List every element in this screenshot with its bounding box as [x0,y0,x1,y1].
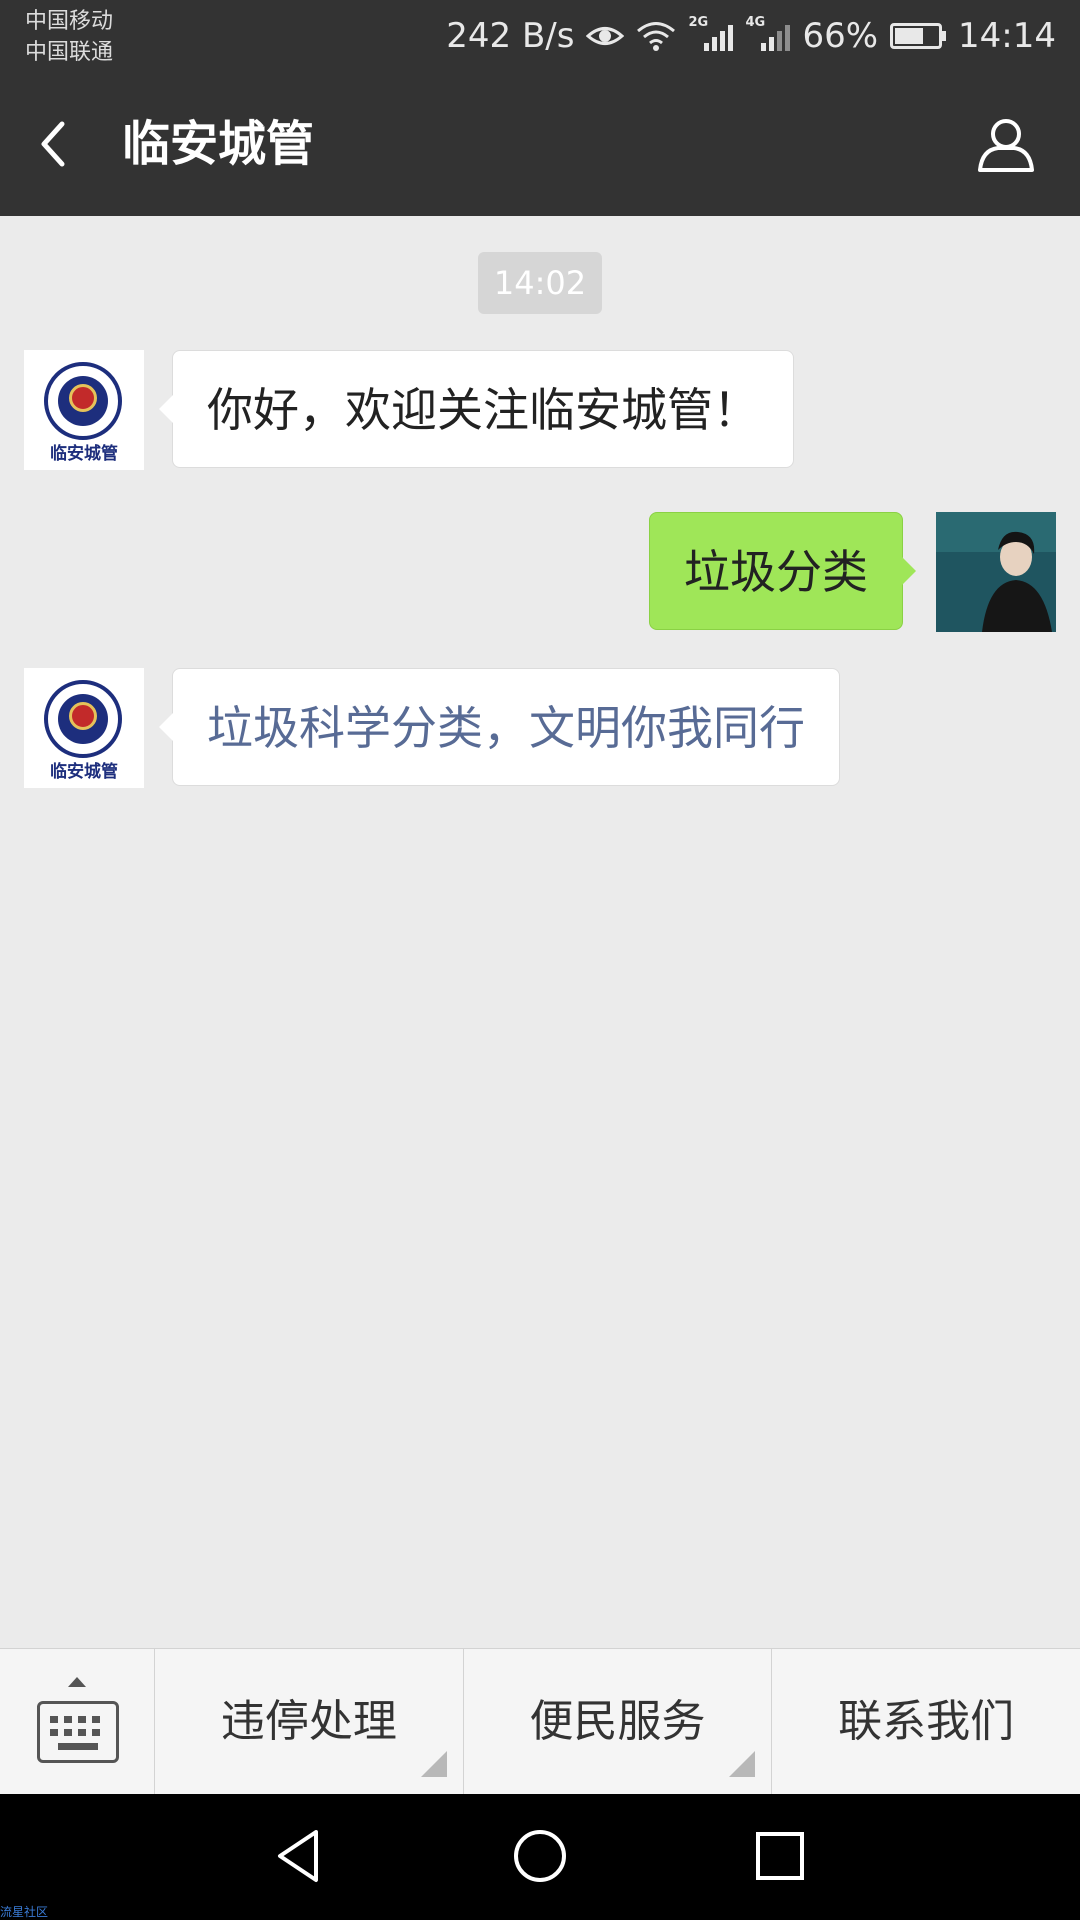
wifi-icon [637,22,676,51]
user-avatar[interactable] [936,512,1056,632]
emblem-icon [44,362,122,440]
signal-2g-icon: 2G [688,15,734,51]
watermark: 流星社区 [0,1905,49,1919]
person-icon [978,119,1034,172]
keyboard-toggle-button[interactable] [0,1649,155,1795]
system-nav-bar: 流星社区 [0,1794,1080,1920]
menu-item-label: 便民服务 [529,1696,706,1747]
custom-menu-bar: 违停处理 便民服务 联系我们 [0,1648,1080,1795]
signal-4g-icon: 4G [745,15,791,51]
back-button[interactable] [28,110,92,178]
user-photo-icon [936,512,1056,632]
message-timestamp: 14:02 [478,252,602,314]
message-bubble-outgoing[interactable]: 垃圾分类 [649,512,916,630]
eye-icon [586,27,625,45]
avatar-logo-text: 临安城管 [50,762,118,782]
keyboard-icon [37,1701,119,1763]
avatar-logo-text: 临安城管 [50,444,118,464]
page-title: 临安城管 [122,116,315,172]
submenu-corner-icon [729,1751,756,1777]
message-bubble-incoming[interactable]: 垃圾科学分类，文明你我同行 [159,668,840,786]
submenu-corner-icon [420,1751,447,1777]
carrier-info: 中国移动 中国联通 [25,6,113,68]
menu-item-label: 违停处理 [220,1696,397,1747]
menu-item-contact[interactable]: 联系我们 [772,1649,1080,1795]
menu-item-label: 联系我们 [838,1696,1015,1747]
battery-icon [890,23,947,49]
caret-up-icon [68,1677,86,1687]
carrier-2: 中国联通 [25,40,114,65]
nav-recents-icon[interactable] [748,1824,812,1888]
official-avatar[interactable]: 临安城管 [24,668,144,788]
title-bar: 临安城管 [0,72,1080,216]
nav-home-icon[interactable] [508,1824,572,1888]
menu-item-parking[interactable]: 违停处理 [155,1649,464,1795]
status-indicators: 242 B/s 2G 4G 66% 14:14 [446,14,1056,58]
profile-button[interactable] [974,112,1038,176]
menu-item-services[interactable]: 便民服务 [464,1649,773,1795]
carrier-1: 中国移动 [25,9,114,34]
official-avatar[interactable]: 临安城管 [24,350,144,470]
clock: 14:14 [958,16,1056,56]
message-link[interactable]: 垃圾科学分类，文明你我同行 [207,701,805,755]
nav-back-icon[interactable] [268,1824,332,1888]
message-bubble-incoming[interactable]: 你好，欢迎关注临安城管！ [159,350,794,468]
status-bar: 中国移动 中国联通 242 B/s 2G 4G 66% 14:14 [0,0,1080,72]
battery-percent: 66% [802,16,879,56]
net-speed: 242 B/s [446,16,575,56]
back-arrow-icon [41,121,65,167]
emblem-icon [44,680,122,758]
